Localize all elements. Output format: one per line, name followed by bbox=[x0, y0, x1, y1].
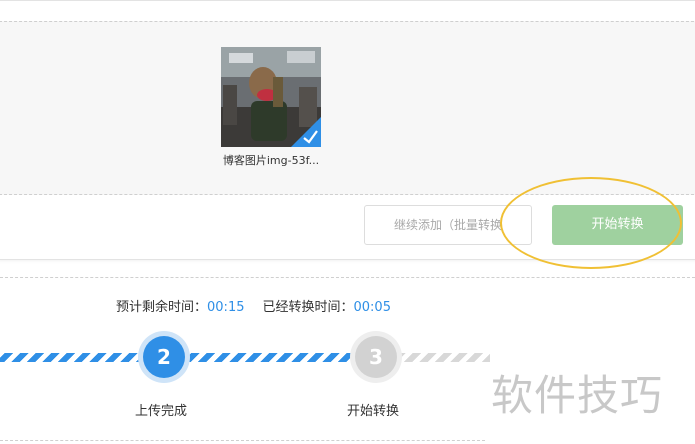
progress-track-pending bbox=[390, 353, 490, 362]
step-3-label: 开始转换 bbox=[347, 404, 400, 419]
remaining-time-value: 00:15 bbox=[207, 300, 245, 315]
remaining-time-label: 预计剩余时间： bbox=[116, 300, 208, 315]
file-thumbnail[interactable] bbox=[221, 47, 321, 147]
highlight-annotation bbox=[500, 177, 682, 269]
file-drop-zone[interactable] bbox=[0, 21, 695, 195]
section-divider bbox=[0, 277, 695, 278]
step-2-label: 上传完成 bbox=[135, 404, 188, 419]
selected-check-icon bbox=[291, 117, 321, 147]
watermark: 软件技巧 bbox=[491, 371, 664, 420]
file-name: 博客图片img-53f... bbox=[222, 154, 320, 167]
step-3-circle: 3 bbox=[355, 336, 397, 378]
step-2-circle: 2 bbox=[143, 336, 185, 378]
elapsed-time-label: 已经转换时间： bbox=[262, 300, 354, 315]
bottom-divider bbox=[0, 440, 485, 441]
elapsed-time-value: 00:05 bbox=[353, 300, 391, 315]
timer-row: 预计剩余时间：00:15 已经转换时间：00:05 bbox=[116, 296, 391, 315]
